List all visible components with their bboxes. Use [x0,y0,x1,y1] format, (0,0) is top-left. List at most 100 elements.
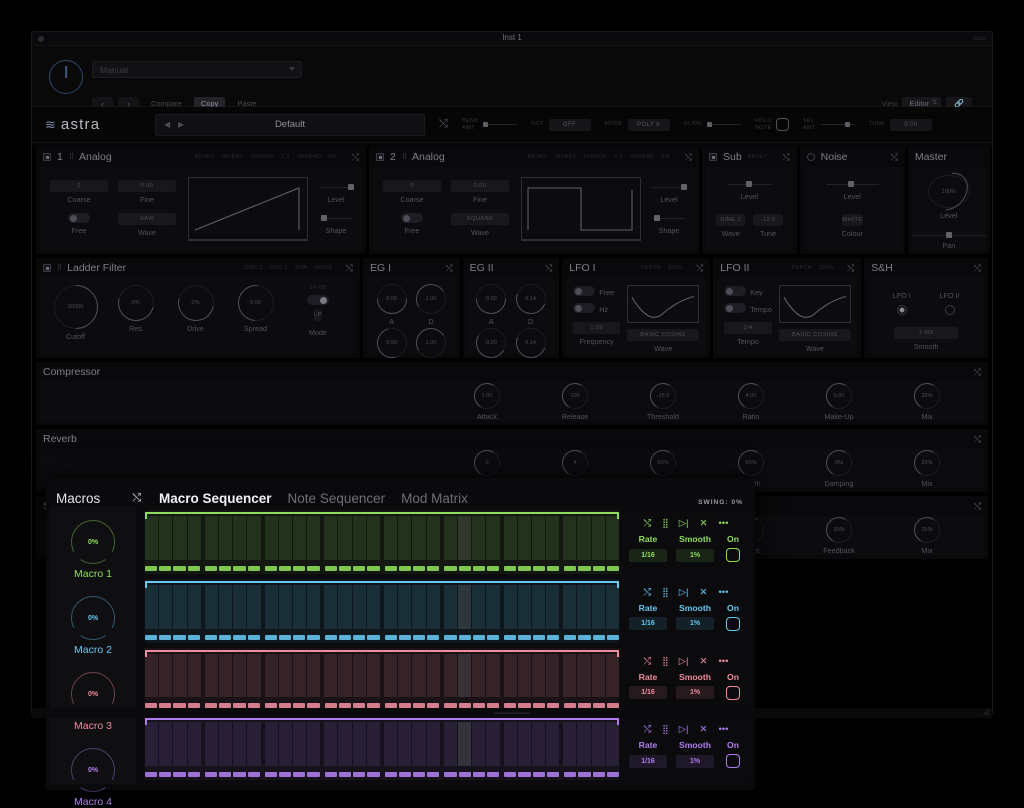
bar-chart-icon[interactable]: ⣿ [662,518,669,529]
step-bar[interactable] [398,722,412,766]
shuffle-icon[interactable]: ⤭ [644,724,652,735]
step-bar[interactable] [426,516,440,560]
step-bar[interactable] [563,722,577,766]
step-bar[interactable] [204,722,218,766]
step-gate[interactable] [338,772,352,777]
on-toggle[interactable] [726,754,740,769]
step-bar[interactable] [307,722,321,766]
slope-toggle[interactable] [307,295,329,305]
step-gate[interactable] [353,565,366,571]
step-gate[interactable] [264,772,277,777]
step-bar[interactable] [366,584,380,629]
step-gate[interactable] [578,565,591,571]
depth-knob[interactable]: 50% [735,446,767,479]
step-bar[interactable] [278,653,292,698]
step-gate[interactable] [204,634,218,640]
step-bar[interactable] [307,516,321,560]
power-button[interactable] [49,60,83,94]
macro-2-knob[interactable]: 0% [71,596,115,640]
enable-checkbox[interactable] [43,264,51,272]
release-knob[interactable]: 100 [559,379,591,412]
step-bar[interactable] [352,722,366,766]
close-icon[interactable]: ✕ [700,656,708,667]
frequency-value[interactable]: 1.00 [573,322,621,334]
step-bar[interactable] [384,516,398,560]
step-gate[interactable] [518,634,531,640]
step-bar[interactable] [443,722,457,766]
step-bar[interactable] [426,722,440,766]
step-bar[interactable] [233,722,247,766]
on-toggle[interactable] [726,616,740,631]
slider-pan[interactable] [911,230,986,239]
damping-knob[interactable]: 0% [823,446,855,479]
step-bar[interactable] [563,584,577,629]
step-bar[interactable] [159,653,173,698]
step-bar[interactable] [366,722,380,766]
step-bar[interactable] [218,516,233,560]
step-bar[interactable] [577,584,591,629]
swing-display[interactable]: SWING: 0% [698,499,743,506]
bar-chart-icon[interactable]: ⣿ [662,724,669,735]
tab-note-sequencer[interactable]: Note Sequencer [288,491,386,506]
step-gate[interactable] [173,772,186,777]
module-shuffle-icon[interactable]: ⤭ [974,263,981,274]
slider-shape[interactable] [653,213,685,223]
step-bar[interactable] [338,584,352,629]
step-bar[interactable] [247,653,261,698]
macro-1-knob[interactable]: 0% [71,520,115,564]
step-bar[interactable] [307,653,321,698]
step-bar[interactable] [292,722,307,766]
step-gate[interactable] [427,565,440,571]
window-controls-icon[interactable]: ▭▭ [973,34,986,42]
d-knob[interactable]: 1.00 [412,280,450,318]
tab-mod-matrix[interactable]: Mod Matrix [401,491,468,506]
macro-4-knob[interactable]: 0% [71,748,115,792]
step-gate[interactable] [338,565,352,571]
step-bar[interactable] [577,722,591,766]
toolbar-value-6[interactable]: 0.00 [889,118,932,131]
step-gate[interactable] [504,565,517,571]
step-bar[interactable] [457,722,472,766]
step-gate[interactable] [247,772,260,777]
step-gate[interactable] [324,565,337,571]
step-bar[interactable] [187,516,201,560]
step-gate[interactable] [324,634,337,640]
drag-dots-icon[interactable]: ⠿ [69,154,74,161]
step-bar[interactable] [412,584,426,629]
step-gate[interactable] [367,772,380,777]
r-knob[interactable]: 1.00 [412,324,450,362]
step-bar[interactable] [563,653,577,698]
source-radio[interactable] [944,305,955,315]
module-shuffle-icon[interactable]: ⤭ [685,152,692,163]
step-bar[interactable] [352,516,366,560]
resize-handle[interactable] [982,708,989,715]
step-bar[interactable] [517,584,531,629]
step-gate[interactable] [145,565,158,571]
sequencer-lane-3[interactable] [145,647,619,712]
step-gate[interactable] [412,565,426,571]
step-bar[interactable] [591,653,605,698]
step-bar[interactable] [324,516,338,560]
step-bar[interactable] [412,516,426,560]
rate-value[interactable]: 1/16 [629,686,667,699]
ratio-knob[interactable]: 4.00 [735,379,767,412]
bar-chart-icon[interactable]: ⣿ [662,587,669,598]
step-gate[interactable] [398,634,411,640]
step-bar[interactable] [292,584,307,629]
a-knob[interactable]: 0.00 [470,277,513,321]
step-bar[interactable] [324,653,338,698]
step-gate[interactable] [472,565,486,571]
step-bar[interactable] [159,516,173,560]
step-gate[interactable] [219,634,232,640]
step-bar[interactable] [187,722,201,766]
step-gate[interactable] [398,565,411,571]
step-gate[interactable] [487,634,500,640]
mix-knob[interactable]: 25% [911,513,943,546]
step-bar[interactable] [412,653,426,698]
step-bar[interactable] [292,516,307,560]
enable-checkbox[interactable] [376,153,384,161]
enable-checkbox[interactable] [709,153,717,161]
step-gate[interactable] [592,772,605,777]
coarse-value[interactable]: 0 [50,180,108,192]
close-icon[interactable]: ✕ [700,518,708,529]
